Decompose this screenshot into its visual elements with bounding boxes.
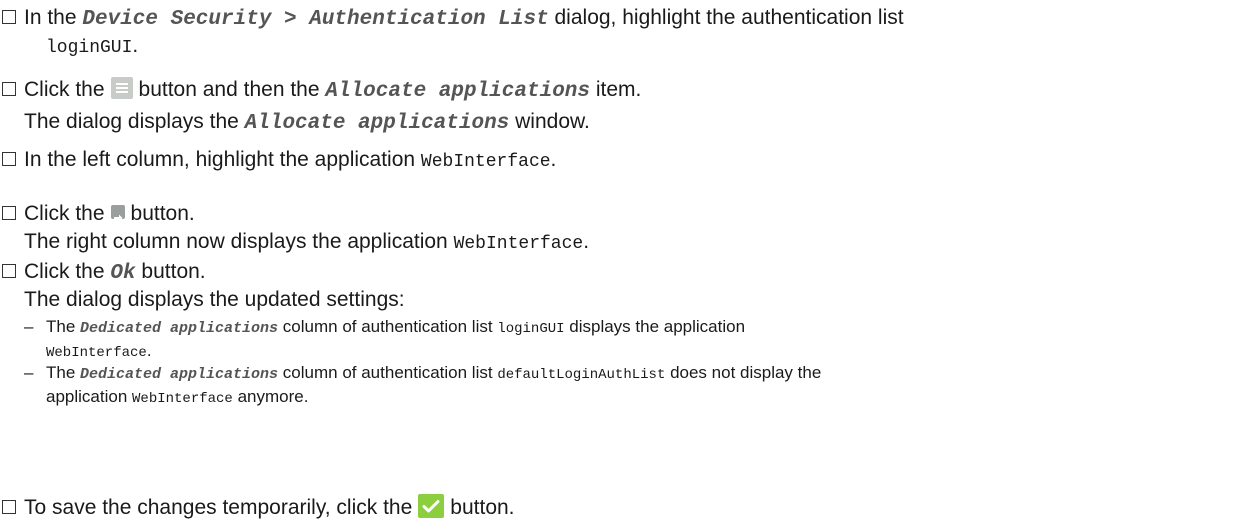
code-text: WebInterface [132,391,233,407]
step-1-line-1: In the Device Security > Authentication … [24,6,904,31]
code-text: WebInterface [453,234,584,254]
ui-item: Allocate applications [325,80,591,103]
arrow-right-icon [110,205,125,222]
menu-icon [110,77,133,100]
step-6-line-1: To save the changes temporarily, click t… [24,494,515,519]
step-1-line-2: loginGUI. [46,34,139,58]
step-2-line-1: Click the button and then the Allocate ap… [24,77,642,103]
code-text: WebInterface [420,152,551,172]
ui-button-name: Ok [110,262,136,285]
ui-column: Dedicated applications [80,320,279,337]
checkmark-icon [418,494,445,519]
instruction-document: In the Device Security > Authentication … [0,0,1245,528]
code-text: WebInterface [46,345,147,361]
step-5-result: The dialog displays the updated settings… [24,288,405,311]
step-4-result: The right column now displays the applic… [24,230,590,254]
step-3-checkbox[interactable] [2,152,16,166]
step-6-checkbox[interactable] [2,500,16,514]
step-4-line-1: Click the button. [24,202,195,225]
step-2-checkbox[interactable] [2,82,16,96]
step-2-result: The dialog displays the Allocate applica… [24,110,590,135]
code-text: loginGUI [497,321,565,337]
ui-column: Dedicated applications [80,366,279,383]
step-5-checkbox[interactable] [2,264,16,278]
ui-path: Device Security > Authentication List [82,8,549,31]
step-3-line-1: In the left column, highlight the applic… [24,148,557,172]
ui-window: Allocate applications [244,112,510,135]
code-text: defaultLoginAuthList [497,367,666,383]
code-text: loginGUI [46,38,133,58]
step-1-checkbox[interactable] [2,10,16,24]
step-5-line-1: Click the Ok button. [24,260,206,285]
step-4-checkbox[interactable] [2,206,16,220]
